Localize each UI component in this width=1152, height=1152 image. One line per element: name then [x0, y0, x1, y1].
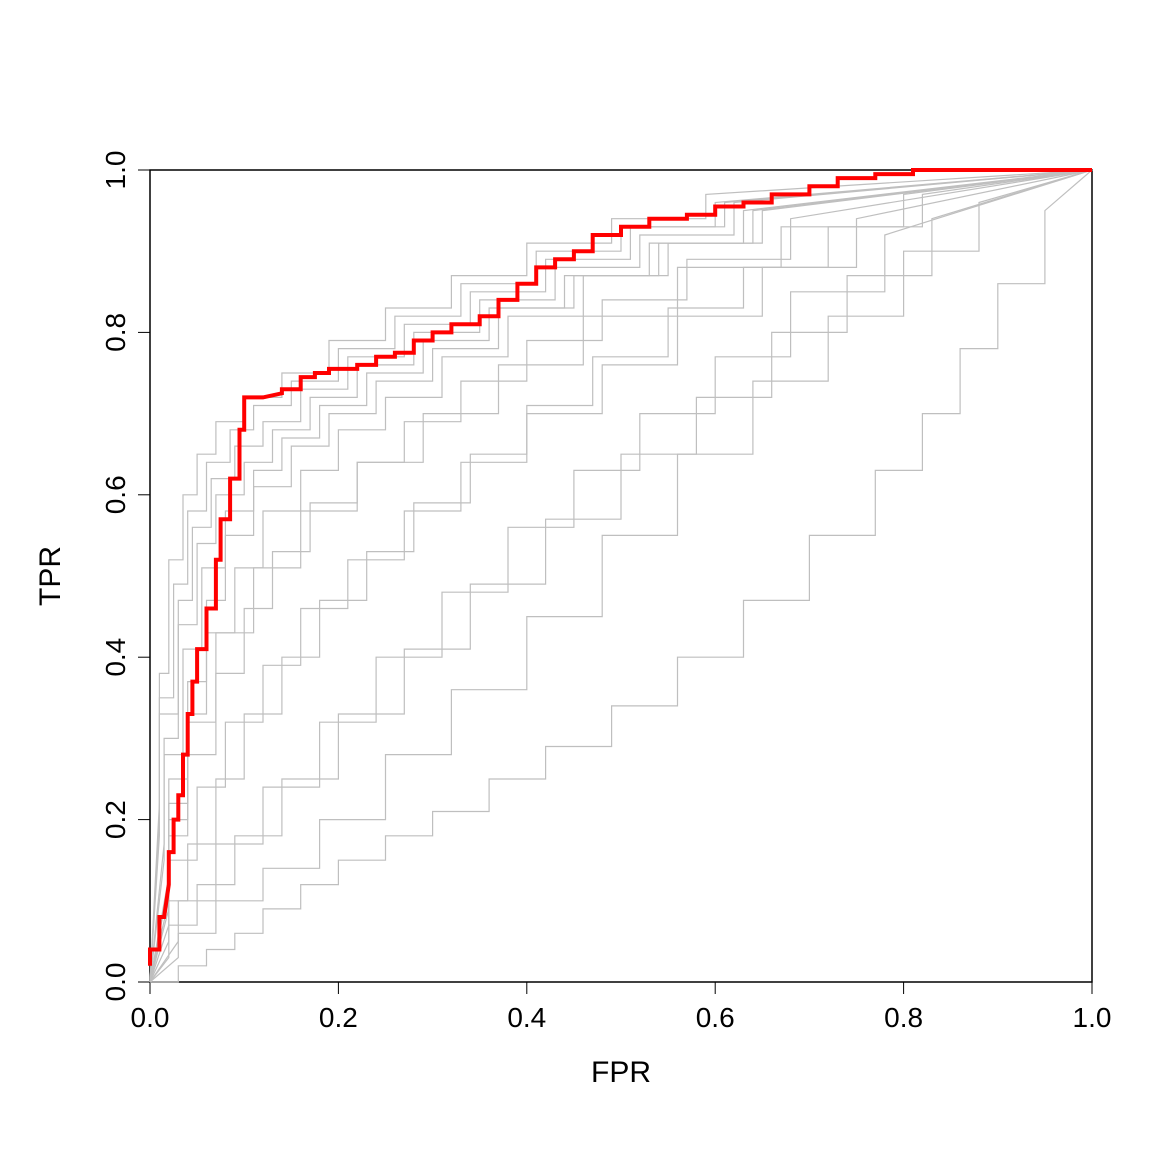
- roc-line-gray-9: [150, 170, 1092, 982]
- roc-line-gray-5: [150, 170, 1092, 982]
- x-tick-label: 0.2: [319, 1002, 358, 1033]
- roc-line-gray-4: [150, 170, 1092, 982]
- roc-chart-svg: 0.0 0.2 0.4 0.6 0.8 1.0 0.0 0.2 0.4 0.6 0.8 1.0 FP…: [0, 0, 1152, 1152]
- roc-line-gray-1: [150, 170, 1092, 982]
- plot-box: [150, 170, 1092, 982]
- y-tick-label: 0.8: [100, 313, 131, 352]
- x-tick-label: 0.8: [884, 1002, 923, 1033]
- y-axis: 0.0 0.2 0.4 0.6 0.8 1.0: [100, 151, 150, 1002]
- roc-line-gray-near-main-2: [150, 170, 1092, 982]
- y-tick-label: 1.0: [100, 151, 131, 190]
- x-axis-label: FPR: [591, 1056, 651, 1089]
- y-tick-label: 0.4: [100, 638, 131, 677]
- roc-lines: [150, 170, 1092, 982]
- x-tick-label: 1.0: [1073, 1002, 1112, 1033]
- roc-line-gray-below-red: [150, 170, 1092, 982]
- roc-chart: 0.0 0.2 0.4 0.6 0.8 1.0 0.0 0.2 0.4 0.6 0.8 1.0 FP…: [0, 0, 1152, 1152]
- roc-line-gray-8: [150, 170, 1092, 982]
- x-tick-label: 0.6: [696, 1002, 735, 1033]
- roc-line-gray-6: [150, 170, 1092, 982]
- y-tick-label: 0.2: [100, 800, 131, 839]
- roc-line-gray-10: [150, 170, 1092, 982]
- roc-line-gray-low-1: [150, 170, 1092, 982]
- x-axis: 0.0 0.2 0.4 0.6 0.8 1.0: [131, 982, 1112, 1033]
- roc-line-gray-near-main-1: [150, 170, 1092, 982]
- x-tick-label: 0.4: [507, 1002, 546, 1033]
- roc-line-gray-low-2: [150, 170, 1092, 982]
- y-tick-label: 0.6: [100, 475, 131, 514]
- y-axis-label: TPR: [34, 546, 67, 606]
- roc-line-gray-2: [150, 170, 1092, 982]
- y-tick-label: 0.0: [100, 963, 131, 1002]
- roc-line-gray-3: [150, 170, 1092, 982]
- x-tick-label: 0.0: [131, 1002, 170, 1033]
- roc-line-gray-7: [150, 170, 1092, 982]
